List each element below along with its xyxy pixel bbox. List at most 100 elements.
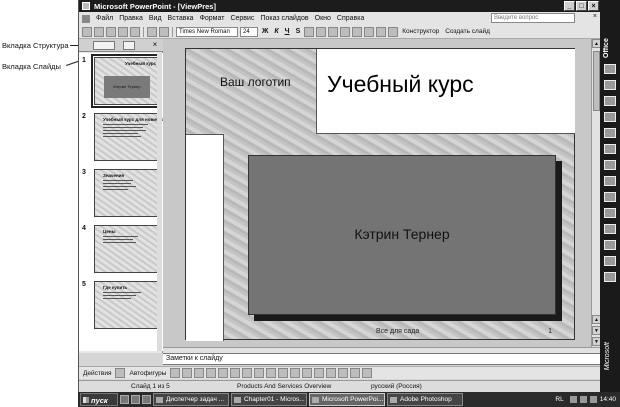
shadow-style-icon[interactable] <box>350 368 361 378</box>
office-shortcut-icon[interactable] <box>604 272 616 282</box>
arrow-icon[interactable] <box>182 368 193 378</box>
undo-icon[interactable] <box>147 26 157 37</box>
office-shortcut-icon[interactable] <box>604 208 616 218</box>
redo-icon[interactable] <box>159 26 169 37</box>
line-icon[interactable] <box>170 368 181 378</box>
close-button[interactable]: × <box>588 1 599 11</box>
menu-tools[interactable]: Сервис <box>230 15 254 22</box>
slide-thumbnail-1[interactable]: Учебный курс Кэтрин Тернер <box>91 54 161 108</box>
bullets-icon[interactable] <box>352 26 363 37</box>
quicklaunch-icon[interactable] <box>131 395 140 404</box>
office-shortcut-icon[interactable] <box>604 144 616 154</box>
quicklaunch-icon[interactable] <box>142 395 151 404</box>
help-question-input[interactable]: Введите вопрос <box>491 13 575 23</box>
office-shortcut-icon[interactable] <box>604 112 616 122</box>
office-shortcut-icon[interactable] <box>604 192 616 202</box>
line-style-icon[interactable] <box>314 368 325 378</box>
tray-icon[interactable] <box>569 396 577 403</box>
font-color-icon[interactable] <box>302 368 313 378</box>
office-shortcut-icon[interactable] <box>604 256 616 266</box>
start-button[interactable]: пуск <box>80 393 118 406</box>
office-shortcut-icon[interactable] <box>604 64 616 74</box>
designer-button[interactable]: Конструктор <box>400 28 441 35</box>
restore-button[interactable]: □ <box>576 1 587 11</box>
3d-style-icon[interactable] <box>362 368 373 378</box>
task-button-task-manager[interactable]: Диспетчер задач ... <box>153 393 229 406</box>
slide-thumbnail-2[interactable]: Учебный курс для новичков <box>94 113 166 161</box>
bold-button[interactable]: Ж <box>260 28 270 35</box>
font-size-select[interactable]: 24 <box>240 26 258 37</box>
menu-edit[interactable]: Правка <box>119 15 143 22</box>
actions-menu[interactable]: Действия <box>81 370 113 377</box>
open-folder-icon[interactable] <box>94 26 104 37</box>
document-icon[interactable] <box>82 14 90 23</box>
task-button-chapter01[interactable]: Chapter01 - Micros... <box>231 393 307 406</box>
panel-close-icon[interactable]: × <box>150 40 160 50</box>
clipart-icon[interactable] <box>254 368 265 378</box>
tray-icon[interactable] <box>589 396 597 403</box>
office-shortcut-icon[interactable] <box>604 176 616 186</box>
diagram-icon[interactable] <box>242 368 253 378</box>
slide-subtitle-box[interactable]: Кэтрин Тернер <box>248 155 556 315</box>
decrease-font-icon[interactable] <box>376 26 387 37</box>
slide-thumbnail-5[interactable]: Где купить <box>94 281 158 329</box>
office-shortcut-icon[interactable] <box>604 96 616 106</box>
logo-placeholder[interactable]: Ваш логотип <box>220 75 291 89</box>
menu-help[interactable]: Справка <box>337 15 364 22</box>
office-shortcut-icon[interactable] <box>604 128 616 138</box>
slide-footer: Все для сада <box>376 328 420 335</box>
line-color-icon[interactable] <box>290 368 301 378</box>
office-shortcut-icon[interactable] <box>604 224 616 234</box>
language-indicator[interactable]: RL <box>552 396 566 403</box>
save-icon[interactable] <box>106 26 116 37</box>
underline-button[interactable]: Ч <box>283 28 292 35</box>
increase-font-icon[interactable] <box>364 26 375 37</box>
scroll-thumb[interactable] <box>593 51 600 111</box>
align-left-icon[interactable] <box>304 26 315 37</box>
slide-title-box[interactable]: Учебный курс <box>316 49 575 134</box>
current-slide[interactable]: Ваш логотип Учебный курс Кэтрин Тернер В… <box>185 48 575 341</box>
align-right-icon[interactable] <box>328 26 339 37</box>
picture-icon[interactable] <box>266 368 277 378</box>
menu-slide-show[interactable]: Показ слайдов <box>260 15 308 22</box>
font-name-select[interactable]: Times New Roman <box>176 26 238 37</box>
menu-insert[interactable]: Вставка <box>168 15 194 22</box>
notes-pane[interactable]: Заметки к слайду <box>163 353 601 365</box>
select-arrow-icon[interactable] <box>115 368 126 378</box>
menu-file[interactable]: Файл <box>96 15 113 22</box>
task-button-powerpoint[interactable]: Microsoft PowerPoi... <box>309 393 385 406</box>
italic-button[interactable]: К <box>272 28 280 35</box>
menu-view[interactable]: Вид <box>149 15 162 22</box>
textbox-icon[interactable] <box>218 368 229 378</box>
oval-icon[interactable] <box>206 368 217 378</box>
tray-icon[interactable] <box>579 396 587 403</box>
slides-tab[interactable] <box>123 41 135 50</box>
minimize-button[interactable]: _ <box>564 1 575 11</box>
font-color-icon[interactable] <box>388 26 399 37</box>
document-close-icon[interactable]: × <box>593 13 597 20</box>
menu-window[interactable]: Окно <box>315 15 331 22</box>
dash-style-icon[interactable] <box>326 368 337 378</box>
rectangle-icon[interactable] <box>194 368 205 378</box>
office-shortcut-icon[interactable] <box>604 80 616 90</box>
preview-icon[interactable] <box>130 26 140 37</box>
task-button-photoshop[interactable]: Adobe Photoshop <box>387 393 463 406</box>
slide-thumbnail-3[interactable]: Значения <box>94 169 158 217</box>
outline-tab[interactable] <box>93 41 115 50</box>
new-slide-button[interactable]: Создать слайд <box>443 28 492 35</box>
print-icon[interactable] <box>118 26 128 37</box>
numbering-icon[interactable] <box>340 26 351 37</box>
new-document-icon[interactable] <box>82 26 92 37</box>
shadow-button[interactable]: S <box>294 28 303 35</box>
menu-format[interactable]: Формат <box>200 15 225 22</box>
fill-color-icon[interactable] <box>278 368 289 378</box>
align-center-icon[interactable] <box>316 26 327 37</box>
quicklaunch-icon[interactable] <box>120 395 129 404</box>
slide-thumbnail-4[interactable]: Цены <box>94 225 158 273</box>
autoshapes-menu[interactable]: Автофигуры <box>127 370 168 377</box>
arrow-style-icon[interactable] <box>338 368 349 378</box>
panel-scrollbar[interactable] <box>157 53 162 351</box>
office-shortcut-icon[interactable] <box>604 240 616 250</box>
wordart-icon[interactable] <box>230 368 241 378</box>
office-shortcut-icon[interactable] <box>604 160 616 170</box>
